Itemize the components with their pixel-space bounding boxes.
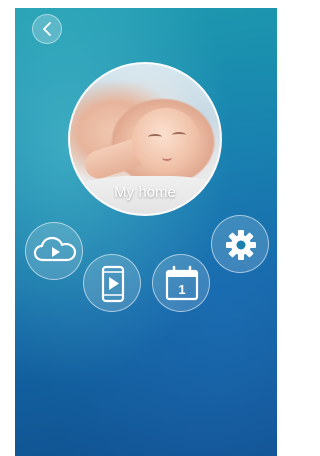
calendar-day-number: 1 (178, 282, 185, 297)
back-button[interactable] (32, 14, 62, 44)
cloud-recordings-button[interactable] (25, 222, 83, 280)
cloud-play-icon (33, 236, 77, 262)
chevron-left-icon (43, 22, 51, 36)
app-screen: My home 1 (15, 8, 277, 456)
phone-play-icon (101, 265, 125, 303)
home-name-label: My home (114, 184, 176, 201)
photo-detail-eye (148, 134, 162, 140)
photo-detail-mouth (162, 154, 172, 161)
calendar-button[interactable]: 1 (152, 254, 210, 312)
photo-detail-face (132, 108, 200, 174)
calendar-icon: 1 (165, 265, 199, 301)
phone-playback-button[interactable] (83, 254, 141, 312)
gear-icon (226, 230, 256, 260)
photo-detail-eye (172, 132, 186, 138)
settings-button[interactable] (211, 215, 269, 273)
